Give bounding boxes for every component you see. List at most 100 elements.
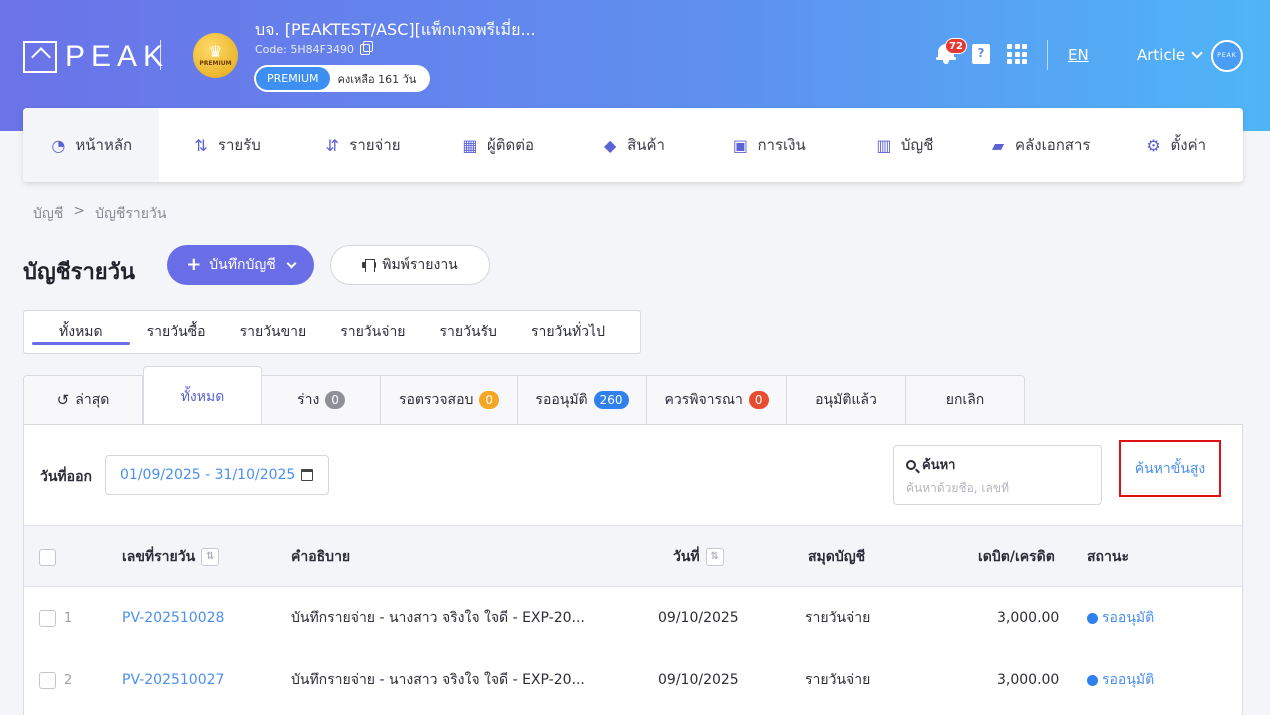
tab-all-status[interactable]: ทั้งหมด [143, 366, 262, 426]
select-all-checkbox[interactable] [39, 548, 56, 566]
row-date: 09/10/2025 [658, 672, 739, 688]
tab-approved[interactable]: อนุมัติแล้ว [787, 375, 906, 425]
col-journal-no[interactable]: เลขที่รายวัน ⇅ [122, 526, 220, 588]
row-number: 1 [64, 610, 73, 626]
tab-pending-review[interactable]: รอตรวจสอบ 0 [381, 375, 518, 425]
row-select-cell: 2 [39, 649, 72, 711]
row-checkbox[interactable] [39, 609, 56, 627]
breadcrumb-item-accounts[interactable]: บัญชี [33, 203, 63, 225]
tab-latest[interactable]: ↺ ล่าสุด [23, 375, 143, 425]
search-input[interactable] [906, 481, 1089, 495]
tab-cancelled[interactable]: ยกเลิก [906, 375, 1025, 425]
tab-payment-journal[interactable]: รายวันจ่าย [323, 311, 422, 353]
sort-icon[interactable]: ⇅ [201, 548, 220, 566]
table-row[interactable]: 2 PV-202510027 บันทึกรายจ่าย - นางสาว จร… [24, 649, 1242, 711]
nav-label: รายรับ [217, 136, 261, 154]
tab-general-journal[interactable]: รายวันทั่วไป [514, 311, 622, 353]
search-title: ค้นหา [906, 454, 1089, 475]
table-row[interactable]: 1 PV-202510028 บันทึกรายจ่าย - นางสาว จร… [24, 587, 1242, 649]
chevron-down-icon [286, 258, 297, 268]
col-label: คำอธิบาย [291, 549, 351, 565]
tab-needs-consideration[interactable]: ควรพิจารณา 0 [647, 375, 787, 425]
count-badge: 0 [325, 391, 345, 409]
search-icon [906, 459, 916, 470]
user-menu[interactable]: Article [1137, 46, 1203, 64]
tab-label: รออนุมัติ [535, 392, 588, 408]
crown-icon: ♛ [208, 42, 223, 61]
crown-label: PREMIUM [199, 60, 232, 67]
company-name[interactable]: บจ. [PEAKTEST/ASC][แพ็กเกจพรีเมี่ย... [255, 18, 536, 43]
page-title: บัญชีรายวัน [23, 260, 136, 285]
count-badge: 0 [748, 391, 769, 409]
notification-count-badge[interactable]: 72 [945, 38, 967, 54]
chevron-down-icon [1191, 47, 1203, 59]
status-badge: รออนุมัติ [1087, 587, 1154, 649]
nav-label: ตั้งค่า [1170, 136, 1207, 154]
tab-receipt-journal[interactable]: รายวันรับ [423, 311, 514, 353]
nav-label: การเงิน [757, 136, 806, 154]
contact-icon: ▦ [462, 135, 478, 155]
search-box: ค้นหา [893, 445, 1102, 505]
print-report-button[interactable]: พิมพ์รายงาน [330, 245, 490, 285]
breadcrumb: บัญชี > บัญชีรายวัน [33, 203, 166, 225]
col-description: คำอธิบาย [291, 526, 350, 588]
col-date[interactable]: วันที่ ⇅ [673, 526, 724, 588]
journal-no-link[interactable]: PV-202510028 [122, 587, 224, 649]
nav-item-contacts[interactable]: ▦ ผู้ติดต่อ [430, 108, 566, 182]
journal-no-link[interactable]: PV-202510027 [122, 649, 224, 711]
tab-label: ยกเลิก [945, 392, 985, 408]
issue-date-label: วันที่ออก [40, 469, 92, 485]
copy-icon[interactable] [359, 41, 373, 55]
tab-sales-journal[interactable]: รายวันขาย [223, 311, 324, 353]
record-journal-button[interactable]: + บันทึกบัญชี [167, 245, 314, 285]
nav-item-accounts[interactable]: ▥ บัญชี [836, 108, 972, 182]
history-icon: ↺ [56, 391, 70, 409]
apps-grid-icon[interactable] [1007, 44, 1027, 64]
nav-item-home[interactable]: ◔ หน้าหลัก [23, 108, 159, 182]
tab-label: ทั้งหมด [180, 388, 225, 405]
tab-all-journals[interactable]: ทั้งหมด [32, 311, 130, 353]
peak-logo[interactable]: PEAK [23, 40, 169, 74]
nav-item-finance[interactable]: ▣ การเงิน [701, 108, 837, 182]
select-all-cell [39, 526, 56, 588]
table-header: เลขที่รายวัน ⇅ คำอธิบาย วันที่ ⇅ สมุดบัญ… [24, 525, 1242, 587]
logo-mark-icon [23, 41, 57, 73]
row-number: 2 [64, 672, 73, 688]
main-nav: ◔ หน้าหลัก ⇅ รายรับ ⇵ รายจ่าย ▦ ผู้ติดต่… [23, 108, 1243, 182]
nav-label: คลังเอกสาร [1015, 136, 1091, 154]
status-text: รออนุมัติ [1102, 610, 1155, 626]
nav-label: บัญชี [900, 136, 934, 154]
tab-pending-approval[interactable]: รออนุมัติ 260 [518, 375, 647, 425]
row-checkbox[interactable] [39, 671, 56, 689]
nav-item-products[interactable]: ◆ สินค้า [565, 108, 701, 182]
row-amount: 3,000.00 [997, 672, 1060, 688]
company-code-text: Code: 5H84F3490 [255, 43, 354, 56]
row-date: 09/10/2025 [658, 610, 739, 626]
tab-draft[interactable]: ร่าง 0 [262, 375, 381, 425]
status-dot-icon [1087, 612, 1098, 624]
col-label: เดบิต/เครดิต [978, 549, 1055, 565]
journal-type-tabs: ทั้งหมด รายวันซื้อ รายวันขาย รายวันจ่าย … [23, 310, 641, 354]
status-tabs: ↺ ล่าสุด ทั้งหมด ร่าง 0 รอตรวจสอบ 0 รออน… [23, 366, 1025, 426]
plan-days-remaining: คงเหลือ 161 วัน [337, 72, 417, 86]
nav-item-expense[interactable]: ⇵ รายจ่าย [294, 108, 430, 182]
row-journal-book: รายวันจ่าย [805, 610, 871, 626]
search-title-text: ค้นหา [922, 458, 956, 473]
status-badge: รออนุมัติ [1087, 649, 1154, 711]
nav-item-settings[interactable]: ⚙ ตั้งค่า [1108, 108, 1244, 182]
tab-purchase-journal[interactable]: รายวันซื้อ [130, 311, 223, 353]
nav-item-documents[interactable]: ▰ คลังเอกสาร [972, 108, 1108, 182]
sort-icon[interactable]: ⇅ [705, 548, 724, 566]
date-range-picker[interactable]: 01/09/2025 - 31/10/2025 [105, 455, 329, 495]
nav-item-income[interactable]: ⇅ รายรับ [159, 108, 295, 182]
help-book-icon[interactable]: ? [972, 44, 990, 64]
breadcrumb-item-current: บัญชีรายวัน [95, 206, 167, 222]
folder-icon: ▰ [991, 135, 1005, 155]
advanced-search-link[interactable]: ค้นหาขั้นสูง [1119, 440, 1221, 497]
income-icon: ⇅ [194, 135, 208, 155]
gear-icon: ⚙ [1146, 135, 1161, 155]
language-switch[interactable]: EN [1068, 46, 1089, 64]
company-code: Code: 5H84F3490 [255, 41, 373, 56]
col-label: เลขที่รายวัน [122, 549, 196, 565]
avatar[interactable]: PEAK [1211, 40, 1243, 72]
